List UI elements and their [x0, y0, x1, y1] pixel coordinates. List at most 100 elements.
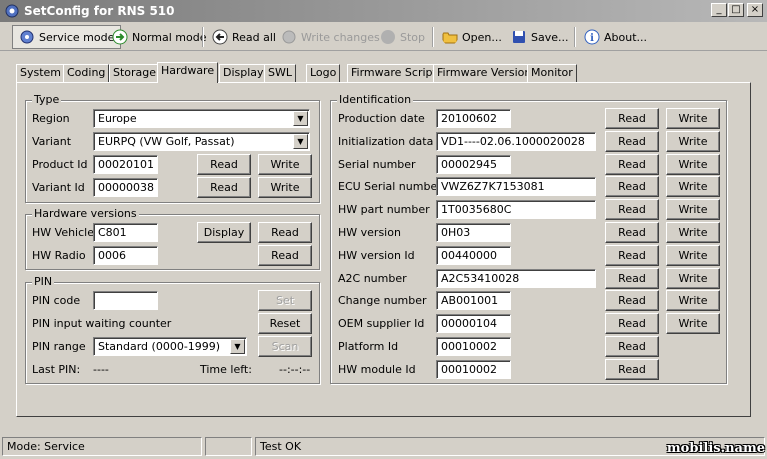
read-all-button[interactable]: Read all — [206, 25, 282, 49]
ident-field[interactable]: 00002945 — [436, 154, 511, 174]
ident-field[interactable]: VD1----02.06.1000020028 — [436, 131, 596, 151]
ident-field[interactable]: AB001001 — [436, 291, 511, 311]
variant-id-read-button[interactable]: Read — [197, 177, 251, 198]
save-button[interactable]: Save... — [505, 25, 575, 49]
tab-firmware-version[interactable]: Firmware Version — [433, 64, 536, 82]
minimize-button[interactable]: _ — [711, 3, 727, 17]
pin-set-button[interactable]: Set — [258, 290, 312, 311]
tab-coding[interactable]: Coding — [63, 64, 110, 82]
ident-label: Serial number — [338, 157, 416, 171]
ident-label: ECU Serial number — [338, 180, 442, 194]
pin-range-select[interactable]: Standard (0000-1999) ▼ — [93, 337, 247, 356]
ident-read-button[interactable]: Read — [605, 153, 659, 175]
hw-vehicle-read-button[interactable]: Read — [258, 222, 312, 243]
ident-write-button[interactable]: Write — [666, 176, 720, 198]
ident-write-button[interactable]: Write — [666, 153, 720, 175]
write-changes-button[interactable]: Write changes — [275, 25, 386, 49]
tab-storage[interactable]: Storage — [109, 64, 161, 82]
chevron-down-icon[interactable]: ▼ — [230, 339, 245, 354]
ident-read-button[interactable]: Read — [605, 313, 659, 335]
ident-write-button[interactable]: Write — [666, 313, 720, 335]
ident-field[interactable]: 00010002 — [436, 359, 511, 379]
product-id-read-button[interactable]: Read — [197, 154, 251, 175]
ident-label: OEM supplier Id — [338, 317, 425, 331]
ident-label: Initialization data — [338, 134, 434, 148]
service-mode-button[interactable]: Service mode — [12, 25, 122, 49]
ident-field[interactable]: 00010002 — [436, 337, 511, 356]
ident-read-button[interactable]: Read — [605, 267, 659, 289]
last-pin-value: ---- — [93, 363, 109, 376]
ident-read-button[interactable]: Read — [605, 222, 659, 243]
ident-write-button[interactable]: Write — [666, 267, 720, 289]
variant-label: Variant — [32, 135, 72, 148]
ident-read-button[interactable]: Read — [605, 130, 659, 152]
region-label: Region — [32, 112, 70, 125]
save-label: Save... — [531, 30, 569, 44]
app-gear-icon — [5, 4, 19, 18]
tab-hardware[interactable]: Hardware — [157, 62, 219, 83]
stop-button[interactable]: Stop — [374, 25, 431, 49]
ident-label: A2C number — [338, 271, 407, 285]
chevron-down-icon[interactable]: ▼ — [293, 111, 308, 126]
ident-write-button[interactable]: Write — [666, 222, 720, 243]
ident-read-button[interactable]: Read — [605, 176, 659, 198]
product-id-write-button[interactable]: Write — [258, 154, 312, 175]
ident-write-button[interactable]: Write — [666, 290, 720, 312]
product-id-field[interactable]: 00020101 — [93, 155, 158, 174]
ident-field[interactable]: 00000104 — [436, 314, 511, 334]
ident-label: HW part number — [338, 203, 430, 217]
last-pin-label: Last PIN: — [32, 363, 81, 376]
ident-label: Production date — [338, 112, 425, 125]
ident-field[interactable]: 20100602 — [436, 109, 511, 128]
hw-vehicle-field[interactable]: C801 — [93, 223, 158, 242]
ident-field[interactable]: A2C53410028 — [436, 268, 596, 288]
ident-field[interactable]: 00440000 — [436, 245, 511, 265]
variant-select[interactable]: EURPQ (VW Golf, Passat) ▼ — [93, 132, 310, 151]
hw-radio-read-button[interactable]: Read — [258, 245, 312, 266]
close-button[interactable]: × — [747, 3, 763, 17]
toolbar-separator — [574, 27, 576, 47]
stop-label: Stop — [400, 30, 426, 44]
ident-label: Platform Id — [338, 340, 399, 353]
ident-read-button[interactable]: Read — [605, 108, 659, 129]
ident-write-button[interactable]: Write — [666, 244, 720, 266]
chevron-down-icon[interactable]: ▼ — [293, 134, 308, 149]
ident-read-button[interactable]: Read — [605, 199, 659, 221]
tab-logo[interactable]: Logo — [306, 64, 341, 82]
variant-id-write-button[interactable]: Write — [258, 177, 312, 198]
ident-field[interactable]: 0H03 — [436, 223, 511, 242]
ident-field[interactable]: VWZ6Z7K7153081 — [436, 177, 596, 197]
tab-system[interactable]: System — [16, 64, 66, 82]
tab-firmware-script[interactable]: Firmware Script — [347, 64, 441, 82]
ident-read-button[interactable]: Read — [605, 244, 659, 266]
region-select[interactable]: Europe ▼ — [93, 109, 310, 128]
svg-text:i: i — [590, 33, 594, 44]
ident-write-button[interactable]: Write — [666, 199, 720, 221]
status-middle — [205, 437, 252, 456]
pin-code-field[interactable] — [93, 291, 158, 310]
open-button[interactable]: Open... — [436, 25, 508, 49]
ident-read-button[interactable]: Read — [605, 336, 659, 357]
variant-id-field[interactable]: 00000038 — [93, 178, 158, 197]
ident-read-button[interactable]: Read — [605, 358, 659, 380]
hw-radio-field[interactable]: 0006 — [93, 246, 158, 265]
tab-monitor[interactable]: Monitor — [527, 64, 577, 82]
ident-read-button[interactable]: Read — [605, 290, 659, 312]
arrow-left-icon — [212, 29, 228, 45]
normal-mode-button[interactable]: Normal mode — [106, 25, 213, 49]
time-left-value: --:--:-- — [279, 363, 311, 376]
maximize-button[interactable]: □ — [728, 3, 744, 17]
floppy-disk-icon — [513, 31, 525, 43]
pin-scan-button[interactable]: Scan — [258, 336, 312, 357]
ident-write-button[interactable]: Write — [666, 130, 720, 152]
about-button[interactable]: i About... — [578, 25, 653, 49]
tab-display[interactable]: Display — [219, 64, 268, 82]
tab-swl[interactable]: SWL — [264, 64, 296, 82]
ident-write-button[interactable]: Write — [666, 108, 720, 129]
pin-reset-button[interactable]: Reset — [258, 313, 312, 334]
ident-field[interactable]: 1T0035680C — [436, 200, 596, 220]
status-mode: Mode: Service — [2, 437, 202, 456]
toolbar-separator — [432, 27, 434, 47]
hw-display-button[interactable]: Display — [197, 222, 251, 243]
pin-waiting-counter-label: PIN input waiting counter — [32, 317, 172, 330]
